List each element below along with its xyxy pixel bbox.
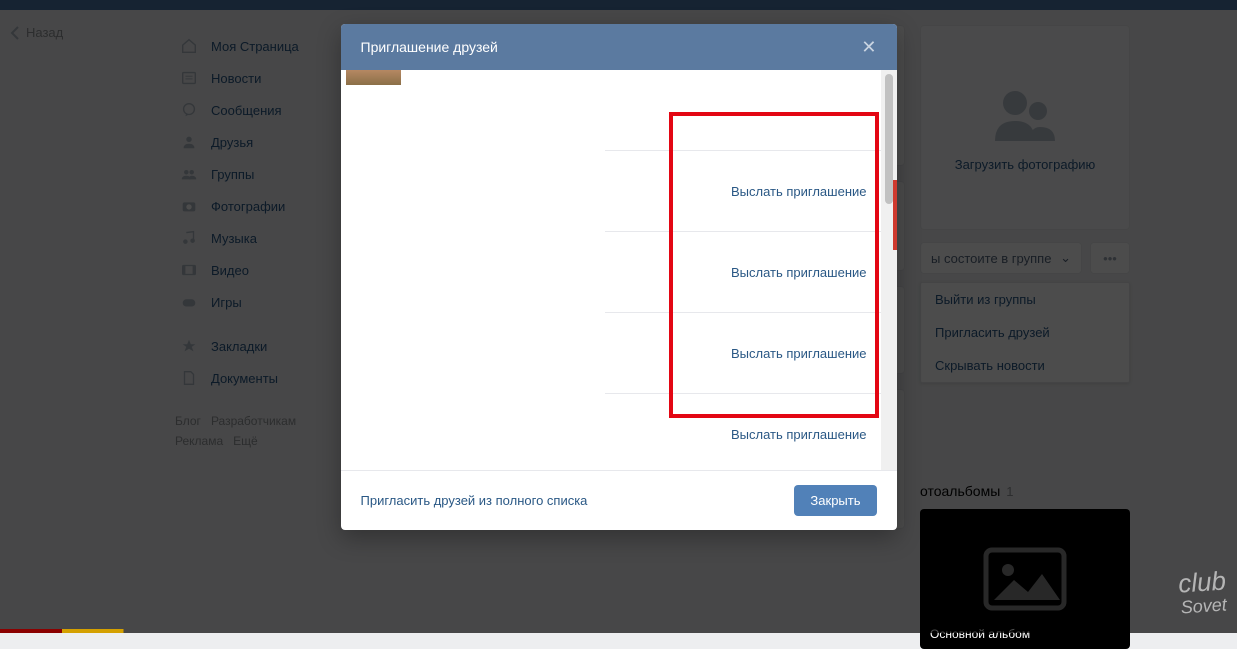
send-invite-link[interactable]: Выслать приглашение: [731, 184, 867, 199]
friend-row: Выслать приглашение: [605, 394, 897, 470]
invite-friends-modal: Приглашение друзей ✕ Выслать приглашение…: [341, 24, 897, 530]
watermark: clubSovet: [1178, 571, 1229, 617]
modal-title: Приглашение друзей: [361, 39, 498, 55]
scrollbar[interactable]: [881, 70, 897, 470]
send-invite-link[interactable]: Выслать приглашение: [731, 346, 867, 361]
modal-body: Выслать приглашение Выслать приглашение …: [341, 70, 897, 470]
friend-row: Выслать приглашение: [605, 151, 897, 232]
friend-row: Выслать приглашение: [605, 232, 897, 313]
friend-avatar-partial: [346, 70, 401, 85]
close-icon[interactable]: ✕: [861, 38, 876, 56]
scrollbar-thumb[interactable]: [885, 74, 893, 204]
send-invite-link[interactable]: Выслать приглашение: [731, 265, 867, 280]
invite-full-list-link[interactable]: Пригласить друзей из полного списка: [361, 493, 588, 508]
modal-overlay[interactable]: Приглашение друзей ✕ Выслать приглашение…: [0, 0, 1237, 633]
close-button[interactable]: Закрыть: [794, 485, 876, 516]
friend-row: Выслать приглашение: [605, 313, 897, 394]
send-invite-link[interactable]: Выслать приглашение: [731, 427, 867, 442]
friend-row: [605, 70, 897, 151]
scroll-indicator: [893, 180, 897, 250]
